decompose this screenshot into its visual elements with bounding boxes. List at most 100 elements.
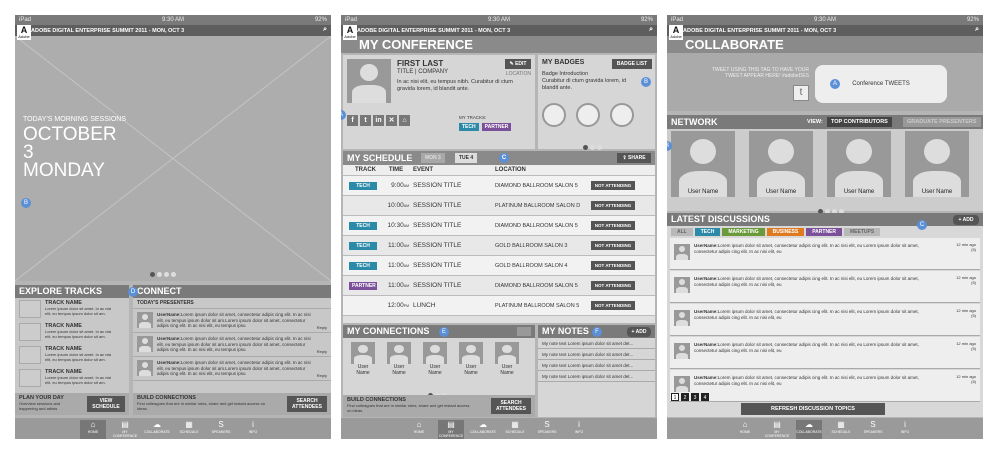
attendance-toggle[interactable]: NOT ATTENDING bbox=[591, 301, 635, 310]
network-user-card[interactable]: User Name bbox=[905, 131, 969, 197]
adobe-logo-icon[interactable]: A Adobe bbox=[17, 25, 31, 40]
twitter-icon[interactable]: t bbox=[793, 85, 809, 101]
nav-item-speakers[interactable]: S SPEAKERS bbox=[208, 420, 234, 439]
track-item[interactable]: TRACK NAME Lorem ipsum dolor sit amet. In… bbox=[19, 323, 125, 345]
page-button[interactable]: 2 bbox=[681, 393, 689, 401]
filter-partner[interactable]: PARTNER bbox=[806, 228, 842, 236]
badge-icon[interactable] bbox=[610, 103, 634, 127]
schedule-row[interactable]: 10:00AM SESSION TITLE PLATINUM BALLROOM SA… bbox=[343, 196, 655, 216]
social-icon[interactable]: ⌂ bbox=[399, 115, 410, 126]
filter-business[interactable]: BUSINESS bbox=[766, 228, 805, 236]
attendance-toggle[interactable]: NOT ATTENDING bbox=[591, 201, 635, 210]
search-icon[interactable]: ⌕ bbox=[649, 26, 653, 34]
attendance-toggle[interactable]: NOT ATTENDING bbox=[591, 181, 635, 190]
filter-marketing[interactable]: MARKETING bbox=[722, 228, 765, 236]
nav-item-schedule[interactable]: ▦ SCHEDULE bbox=[828, 420, 854, 439]
note-item[interactable]: My note text Lorem ipsum dolor sit amet … bbox=[538, 338, 655, 349]
filter-meetups[interactable]: MEETUPS bbox=[844, 228, 881, 236]
view-schedule-button[interactable]: VIEW SCHEDULE bbox=[87, 396, 125, 412]
nav-item-info[interactable]: i INFO bbox=[566, 420, 592, 439]
attendance-toggle[interactable]: NOT ATTENDING bbox=[591, 281, 635, 290]
nav-item-schedule[interactable]: ▦ SCHEDULE bbox=[176, 420, 202, 439]
nav-item-info[interactable]: i INFO bbox=[892, 420, 918, 439]
nav-item-home[interactable]: ⌂ HOME bbox=[732, 420, 758, 439]
badge-icon[interactable] bbox=[542, 103, 566, 127]
track-item[interactable]: TRACK NAME Lorem ipsum dolor sit amet. In… bbox=[19, 369, 125, 391]
day-tab-tue[interactable]: TUE 4 bbox=[455, 153, 478, 163]
nav-label: HOME bbox=[413, 430, 425, 434]
reply-link[interactable]: Reply bbox=[317, 373, 327, 378]
note-item[interactable]: My note text Lorem ipsum dolor sit amet … bbox=[538, 349, 655, 360]
schedule-row[interactable]: TECH 10:30AM SESSION TITLE DIAMOND BALLROOM… bbox=[343, 216, 655, 236]
share-button[interactable]: ⇪ SHARE bbox=[617, 153, 651, 163]
attendance-toggle[interactable]: NOT ATTENDING bbox=[591, 261, 635, 270]
discussion-post[interactable]: UserName:Lorem ipsum dolor sit amet, con… bbox=[670, 271, 980, 303]
nav-item-speakers[interactable]: S SPEAKERS bbox=[860, 420, 886, 439]
refresh-discussions-button[interactable]: REFRESH DISCUSSION TOPICS bbox=[741, 403, 885, 415]
connection-card[interactable]: User Name bbox=[351, 342, 375, 376]
discussion-post[interactable]: UserName:Lorem ipsum dolor sit amet, con… bbox=[670, 337, 980, 369]
adobe-logo-icon[interactable]: A Adobe bbox=[343, 25, 357, 40]
search-attendees-button[interactable]: SEARCH ATTENDEES bbox=[287, 396, 327, 412]
track-item[interactable]: TRACK NAME Lorem ipsum dolor sit amet. In… bbox=[19, 346, 125, 368]
track-item[interactable]: TRACK NAME Lorem ipsum dolor sit amet. In… bbox=[19, 300, 125, 322]
badge-list-button[interactable]: BADGE LIST bbox=[612, 59, 652, 69]
search-icon[interactable]: ⌕ bbox=[975, 26, 979, 34]
nav-item-home[interactable]: ⌂ HOME bbox=[406, 420, 432, 439]
connection-card[interactable]: User Name bbox=[423, 342, 447, 376]
tag-tech[interactable]: TECH bbox=[459, 123, 479, 131]
note-item[interactable]: My note text Lorem ipsum dolor sit amet … bbox=[538, 371, 655, 382]
schedule-row[interactable]: TECH 9:00AM SESSION TITLE DIAMOND BALLROOM … bbox=[343, 176, 655, 196]
note-item[interactable]: My note text Lorem ipsum dolor sit amet … bbox=[538, 360, 655, 371]
discussion-post[interactable]: UserName:Lorem ipsum dolor sit amet, con… bbox=[670, 238, 980, 270]
schedule-row[interactable]: PARTNER 11:00AM SESSION TITLE DIAMOND BALLR… bbox=[343, 276, 655, 296]
network-user-card[interactable]: User Name bbox=[749, 131, 813, 197]
search-attendees-button[interactable]: SEARCH ATTENDEES bbox=[491, 398, 531, 414]
nav-item-info[interactable]: i INFO bbox=[240, 420, 266, 439]
page-button[interactable]: 3 bbox=[691, 393, 699, 401]
social-icon[interactable]: ✕ bbox=[386, 115, 397, 126]
grid-view-icon[interactable] bbox=[517, 327, 531, 336]
page-button[interactable]: 1 bbox=[671, 393, 679, 401]
adobe-logo-icon[interactable]: A Adobe bbox=[669, 25, 683, 40]
network-user-card[interactable]: User Name bbox=[671, 131, 735, 197]
discussion-post[interactable]: UserName:Lorem ipsum dolor sit amet, con… bbox=[670, 304, 980, 336]
filter-tech[interactable]: TECH bbox=[694, 228, 721, 236]
badge-icon[interactable] bbox=[576, 103, 600, 127]
nav-item-my-conference[interactable]: ▤ MY CONFERENCE bbox=[764, 420, 790, 439]
discussion-post[interactable]: UserName:Lorem ipsum dolor sit amet, con… bbox=[670, 370, 980, 402]
attendance-toggle[interactable]: NOT ATTENDING bbox=[591, 241, 635, 250]
social-icon[interactable]: f bbox=[347, 115, 358, 126]
nav-item-collaborate[interactable]: ☁ COLLABORATE bbox=[796, 420, 822, 439]
add-note-button[interactable]: + ADD bbox=[627, 327, 651, 337]
carousel-dots[interactable] bbox=[149, 264, 177, 281]
connection-card[interactable]: User Name bbox=[387, 342, 411, 376]
edit-button[interactable]: ✎ EDIT bbox=[505, 59, 531, 69]
day-tab-mon[interactable]: MON 3 bbox=[421, 153, 445, 163]
tab-top-contributors[interactable]: TOP CONTRIBUTORS bbox=[827, 117, 892, 127]
tag-partner[interactable]: PARTNER bbox=[481, 123, 512, 131]
social-icon[interactable]: t bbox=[360, 115, 371, 126]
nav-item-home[interactable]: ⌂ HOME bbox=[80, 420, 106, 439]
reply-link[interactable]: Reply bbox=[317, 325, 327, 330]
add-discussion-button[interactable]: + ADD bbox=[953, 215, 979, 225]
nav-item-speakers[interactable]: S SPEAKERS bbox=[534, 420, 560, 439]
tab-graduate-presenters[interactable]: GRADUATE PRESENTERS bbox=[903, 117, 981, 127]
nav-item-collaborate[interactable]: ☁ COLLABORATE bbox=[470, 420, 496, 439]
connection-card[interactable]: User Name bbox=[459, 342, 483, 376]
connection-card[interactable]: User Name bbox=[495, 342, 519, 376]
social-icon[interactable]: in bbox=[373, 115, 384, 126]
nav-item-schedule[interactable]: ▦ SCHEDULE bbox=[502, 420, 528, 439]
network-user-card[interactable]: User Name bbox=[827, 131, 891, 197]
search-icon[interactable]: ⌕ bbox=[323, 26, 327, 34]
filter-all[interactable]: ALL bbox=[671, 228, 693, 236]
attendance-toggle[interactable]: NOT ATTENDING bbox=[591, 221, 635, 230]
nav-item-my-conference[interactable]: ▤ MY CONFERENCE bbox=[438, 420, 464, 439]
page-button[interactable]: 4 bbox=[701, 393, 709, 401]
schedule-row[interactable]: 12:00PM LUNCH PLATINUM BALLROOM SALON 5 NOT… bbox=[343, 296, 655, 316]
nav-item-my-conference[interactable]: ▤ MY CONFERENCE bbox=[112, 420, 138, 439]
schedule-row[interactable]: TECH 11:00AM SESSION TITLE GOLD BALLROOM SA… bbox=[343, 256, 655, 276]
nav-item-collaborate[interactable]: ☁ COLLABORATE bbox=[144, 420, 170, 439]
schedule-row[interactable]: TECH 11:00AM SESSION TITLE GOLD BALLROOM SA… bbox=[343, 236, 655, 256]
reply-link[interactable]: Reply bbox=[317, 349, 327, 354]
